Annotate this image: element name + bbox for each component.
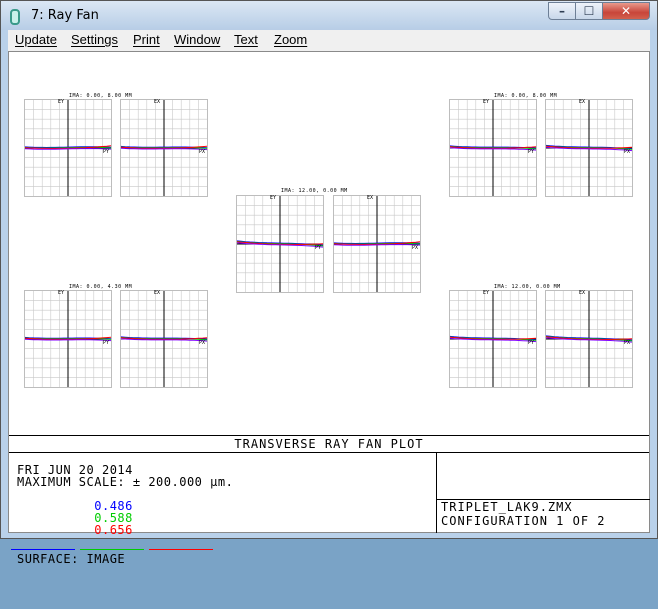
axis-label-side: PY [528,149,535,155]
axis-label-side: PX [199,340,206,346]
fan-grid [25,291,111,387]
fan-grid [450,291,536,387]
plot-canvas: IMA: 0.00, 8.00 MM IMA: 0.00, 8.00 MM IM… [8,51,650,565]
axis-label-side: PY [103,149,110,155]
fan-grid [334,196,420,292]
blue-bar [11,549,75,550]
menu-update[interactable]: Update [15,32,57,47]
fan-sagittal-5: EX PX [545,290,633,388]
menu-text[interactable]: Text [234,32,258,47]
footer-right-panel: TRIPLET_LAK9.ZMX CONFIGURATION 1 OF 2 [436,452,650,533]
footer-info: FRI JUN 20 2014 MAXIMUM SCALE: ± 200.000… [11,464,234,565]
axis-label-side: PX [199,149,206,155]
maximize-button[interactable]: ☐ [575,2,603,20]
axis-label-top: EX [154,290,161,296]
field-label-3: IMA: 12.00, 0.00 MM [281,188,348,194]
minimize-icon: – [559,4,565,18]
max-scale: MAXIMUM SCALE: ± 200.000 μm. [17,475,234,489]
fan-tangential-3: EY PY [236,195,324,293]
axis-label-side: PX [624,149,631,155]
title-bar[interactable]: 7: Ray Fan – ☐ ✕ [1,1,657,30]
fan-tangential-2: EY PY [449,99,537,197]
configuration: CONFIGURATION 1 OF 2 [441,514,606,528]
menu-print[interactable]: Print [133,32,160,47]
file-name: TRIPLET_LAK9.ZMX [441,500,573,514]
axis-label-top: EY [58,99,65,105]
menu-settings[interactable]: Settings [71,32,118,47]
menu-bar: Update Settings Print Window Text Zoom [8,30,650,51]
fan-grid [450,100,536,196]
axis-label-top: EX [154,99,161,105]
fan-tangential-4: EY PY [24,290,112,388]
close-icon: ✕ [620,4,632,18]
app-icon [10,9,20,25]
axis-label-top: EY [270,195,277,201]
fan-grid [546,291,632,387]
axis-label-side: PY [315,245,322,251]
axis-label-side: PY [103,340,110,346]
fan-tangential-1: EY PY [24,99,112,197]
axis-label-top: EY [483,290,490,296]
window-title: 7: Ray Fan [31,8,99,23]
fan-sagittal-3: EX PX [333,195,421,293]
fan-grid [121,291,207,387]
fan-sagittal-2: EX PX [545,99,633,197]
file-info: TRIPLET_LAK9.ZMX CONFIGURATION 1 OF 2 [437,499,650,533]
close-button[interactable]: ✕ [602,2,650,20]
menu-zoom[interactable]: Zoom [274,32,307,47]
axis-label-side: PX [412,245,419,251]
wavelength-red: 0.656 [94,523,133,537]
axis-label-top: EX [579,290,586,296]
axis-label-top: EX [367,195,374,201]
maximize-icon: ☐ [583,4,595,18]
axis-label-top: EY [58,290,65,296]
fan-grid [237,196,323,292]
axis-label-side: PY [528,340,535,346]
red-bar [149,549,213,550]
plot-title: TRANSVERSE RAY FAN PLOT [9,436,649,453]
fan-tangential-5: EY PY [449,290,537,388]
axis-label-top: EX [579,99,586,105]
fan-grid [25,100,111,196]
fan-grid [546,100,632,196]
ray-fan-window: 7: Ray Fan – ☐ ✕ Update Settings Print W… [0,0,658,565]
fan-grid [121,100,207,196]
fan-sagittal-4: EX PX [120,290,208,388]
wavelength-bars [11,548,233,553]
minimize-button[interactable]: – [548,2,576,20]
axis-label-side: PX [624,340,631,346]
fan-sagittal-1: EX PX [120,99,208,197]
menu-window[interactable]: Window [174,32,220,47]
plot-footer: TRANSVERSE RAY FAN PLOT FRI JUN 20 2014 … [9,435,650,565]
wavelength-list: 0.486 0.588 0.656 [17,488,233,548]
axis-label-top: EY [483,99,490,105]
green-bar [80,549,144,550]
